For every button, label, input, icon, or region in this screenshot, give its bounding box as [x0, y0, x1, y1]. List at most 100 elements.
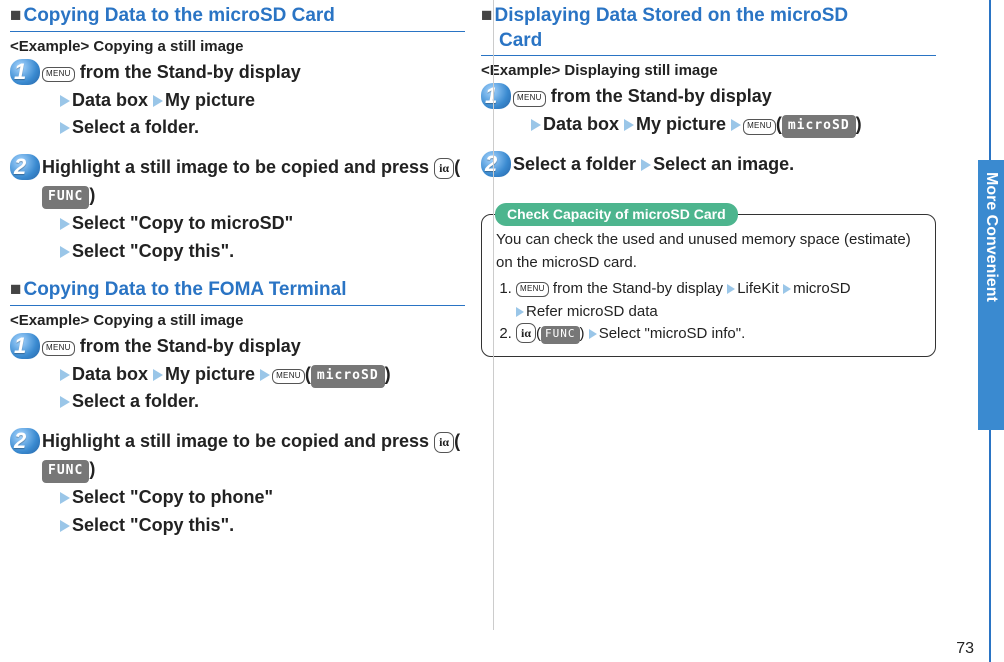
tip-box-body: You can check the used and unused memory…	[481, 214, 936, 357]
side-tab-region: More Convenient	[978, 0, 1004, 662]
tip-text: Select "microSD info".	[599, 325, 746, 342]
menu-key-icon: MENU	[42, 67, 75, 82]
arrow-right-icon	[60, 492, 70, 504]
tip-list-item: MENU from the Stand-by display LifeKit m…	[516, 278, 921, 323]
step-number-badge: 1	[10, 59, 42, 87]
step-1: 1 MENU from the Stand-by display Data bo…	[10, 59, 465, 143]
arrow-right-icon	[260, 369, 270, 381]
step-text: My picture	[165, 364, 255, 384]
step-body: MENU from the Stand-by display Data box …	[513, 83, 862, 139]
side-tab: More Convenient	[978, 160, 1004, 430]
arrow-right-icon	[153, 369, 163, 381]
section-title-text: Copying Data to the microSD Card	[23, 5, 334, 26]
step-1: 1 MENU from the Stand-by display Data bo…	[481, 83, 936, 139]
section-title-copy-to-foma: ■Copying Data to the FOMA Terminal	[10, 278, 465, 306]
tip-body-text: You can check the used and unused memory…	[496, 229, 921, 274]
microsd-softkey-icon: microSD	[782, 115, 856, 138]
step-number-badge: 1	[10, 333, 42, 361]
example-label: <Example> Copying a still image	[10, 312, 465, 329]
arrow-right-icon	[60, 95, 70, 107]
step-number-badge: 2	[481, 151, 513, 179]
step-text: My picture	[165, 90, 255, 110]
step-text: Data box	[543, 114, 619, 134]
section-title-copy-to-sd: ■Copying Data to the microSD Card	[10, 4, 465, 32]
step-text: My picture	[636, 114, 726, 134]
tip-text: LifeKit	[737, 280, 779, 297]
step-text: Highlight a still image to be copied and…	[42, 157, 434, 177]
side-tab-label: More Convenient	[982, 172, 1000, 302]
right-column: ■Displaying Data Stored on the microSD C…	[481, 4, 936, 636]
section-title-line1: Displaying Data Stored on the microSD	[494, 5, 848, 26]
arrow-right-icon	[727, 284, 735, 294]
step-2: 2 Highlight a still image to be copied a…	[10, 428, 465, 540]
arrow-right-icon	[624, 119, 634, 131]
step-number-badge: 2	[10, 154, 42, 182]
step-text: Select "Copy to microSD"	[72, 213, 293, 233]
arrow-right-icon	[60, 396, 70, 408]
tip-list-item: iα(FUNC) Select "microSD info".	[516, 323, 921, 346]
step-text: Select "Copy this".	[72, 515, 234, 535]
step-text: Select "Copy to phone"	[72, 487, 273, 507]
microsd-softkey-icon: microSD	[311, 365, 385, 388]
arrow-right-icon	[60, 122, 70, 134]
step-body: Highlight a still image to be copied and…	[42, 428, 465, 540]
arrow-right-icon	[531, 119, 541, 131]
arrow-right-icon	[516, 307, 524, 317]
arrow-right-icon	[153, 95, 163, 107]
step-body: MENU from the Stand-by display Data box …	[42, 333, 391, 417]
tip-text: from the Stand-by display	[549, 280, 723, 297]
arrow-right-icon	[60, 218, 70, 230]
step-2: 2 Select a folder Select an image.	[481, 151, 936, 179]
square-icon: ■	[10, 279, 21, 300]
arrow-right-icon	[60, 246, 70, 258]
menu-key-icon: MENU	[513, 91, 546, 106]
square-icon: ■	[10, 5, 21, 26]
arrow-right-icon	[60, 369, 70, 381]
i-alpha-key-icon: iα	[434, 158, 454, 179]
step-text: Select a folder.	[72, 391, 199, 411]
arrow-right-icon	[731, 119, 741, 131]
tip-text: microSD	[793, 280, 851, 297]
i-alpha-key-icon: iα	[516, 323, 536, 343]
menu-key-icon: MENU	[42, 341, 75, 356]
section-title-text: Copying Data to the FOMA Terminal	[23, 279, 346, 300]
func-softkey-icon: FUNC	[42, 186, 89, 209]
page-number: 73	[956, 640, 974, 658]
section-title-line2: Card	[481, 29, 542, 54]
step-text: Data box	[72, 364, 148, 384]
step-text: from the Stand-by display	[75, 336, 301, 356]
menu-key-icon: MENU	[743, 119, 776, 134]
step-text: from the Stand-by display	[75, 62, 301, 82]
step-text: from the Stand-by display	[546, 86, 772, 106]
step-body: MENU from the Stand-by display Data box …	[42, 59, 301, 143]
arrow-right-icon	[783, 284, 791, 294]
i-alpha-key-icon: iα	[434, 432, 454, 453]
example-label: <Example> Copying a still image	[10, 38, 465, 55]
arrow-right-icon	[589, 329, 597, 339]
func-softkey-icon: FUNC	[541, 326, 580, 344]
menu-key-icon: MENU	[272, 369, 305, 384]
left-column: ■Copying Data to the microSD Card <Examp…	[10, 4, 465, 636]
step-number-badge: 1	[481, 83, 513, 111]
step-text: Highlight a still image to be copied and…	[42, 431, 434, 451]
tip-title: Check Capacity of microSD Card	[495, 203, 738, 226]
step-number-badge: 2	[10, 428, 42, 456]
square-icon: ■	[481, 5, 492, 26]
example-label: <Example> Displaying still image	[481, 62, 936, 79]
tip-text: Refer microSD data	[526, 303, 658, 320]
step-text: Select "Copy this".	[72, 241, 234, 261]
arrow-right-icon	[641, 159, 651, 171]
step-2: 2 Highlight a still image to be copied a…	[10, 154, 465, 266]
func-softkey-icon: FUNC	[42, 460, 89, 483]
step-text: Data box	[72, 90, 148, 110]
step-body: Select a folder Select an image.	[513, 151, 794, 179]
step-text: Select an image.	[653, 154, 794, 174]
step-body: Highlight a still image to be copied and…	[42, 154, 465, 266]
step-text: Select a folder	[513, 154, 636, 174]
menu-key-icon: MENU	[516, 282, 549, 297]
column-divider	[493, 0, 494, 630]
two-column-layout: ■Copying Data to the microSD Card <Examp…	[0, 0, 1004, 640]
tip-box-check-capacity: Check Capacity of microSD Card You can c…	[481, 203, 936, 357]
step-1: 1 MENU from the Stand-by display Data bo…	[10, 333, 465, 417]
section-title-displaying-sd: ■Displaying Data Stored on the microSD C…	[481, 4, 936, 56]
